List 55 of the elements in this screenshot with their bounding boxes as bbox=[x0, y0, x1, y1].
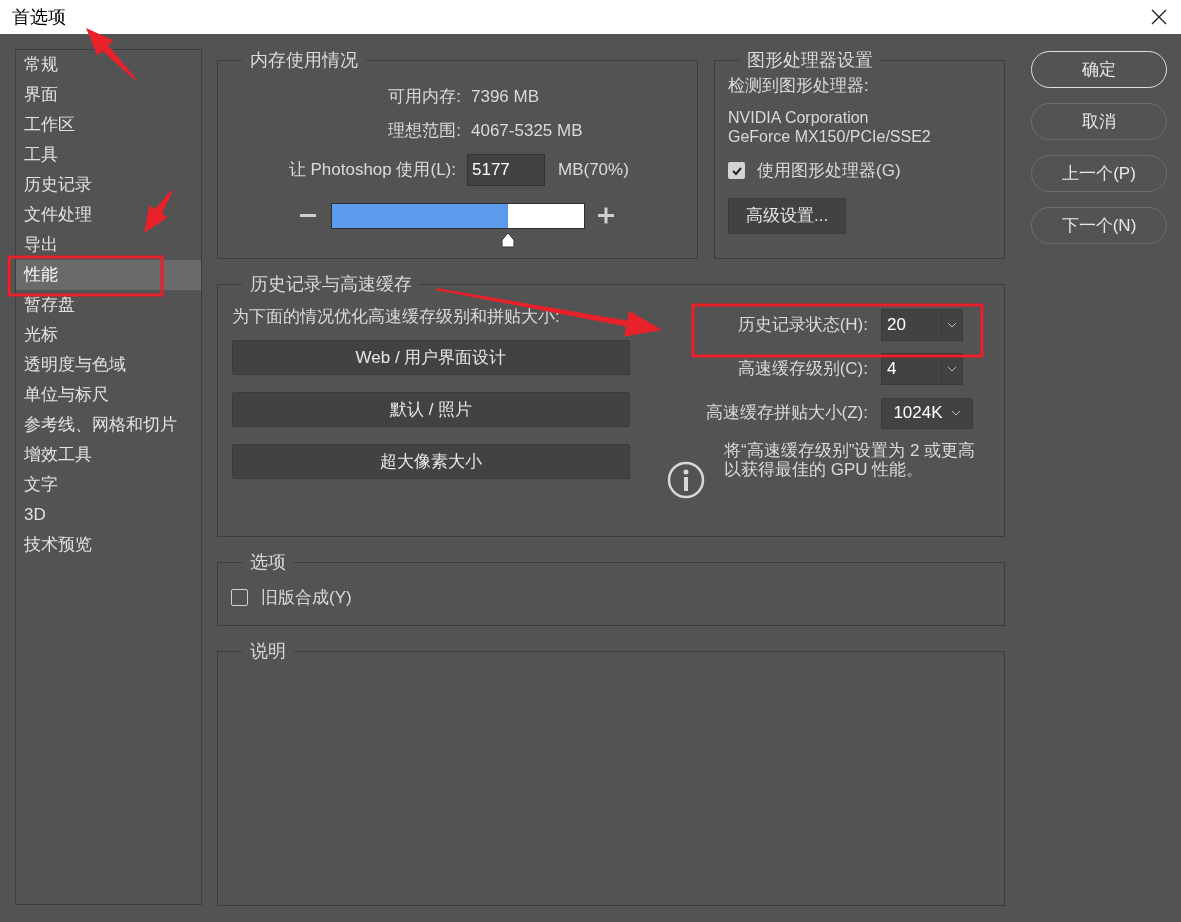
sidebar-item[interactable]: 文件处理 bbox=[16, 200, 201, 230]
sidebar-item[interactable]: 透明度与色域 bbox=[16, 350, 201, 380]
sidebar-item[interactable]: 导出 bbox=[16, 230, 201, 260]
chevron-icon bbox=[947, 322, 957, 328]
sidebar-item[interactable]: 历史记录 bbox=[16, 170, 201, 200]
close-icon[interactable] bbox=[1151, 9, 1167, 25]
sidebar-item[interactable]: 增效工具 bbox=[16, 440, 201, 470]
checkbox-label: 使用图形处理器(G) bbox=[757, 160, 901, 182]
preset-button[interactable]: Web / 用户界面设计 bbox=[232, 340, 630, 375]
sidebar-item[interactable]: 3D bbox=[16, 500, 201, 530]
dropdown[interactable]: 1024K bbox=[881, 397, 973, 429]
group-title: 说明 bbox=[249, 640, 287, 662]
group-title: 历史记录与高速缓存 bbox=[249, 273, 413, 295]
sidebar-item[interactable]: 工作区 bbox=[16, 110, 201, 140]
chevron-icon bbox=[950, 410, 961, 416]
sidebar-item[interactable]: 常规 bbox=[16, 50, 201, 80]
checkbox[interactable] bbox=[231, 589, 248, 607]
field-label: 高速缓存拼贴大小(Z): bbox=[704, 402, 868, 425]
sidebar-item[interactable]: 暂存盘 bbox=[16, 290, 201, 320]
field-label: 理想范围: bbox=[387, 120, 461, 143]
sidebar-item[interactable]: 性能 bbox=[16, 260, 201, 290]
info-text: 将“高速缓存级别”设置为 2 或更高以获得最佳的 GPU 性能。 bbox=[724, 441, 977, 479]
field-value: 4067-5325 MB bbox=[471, 120, 583, 143]
chevron-icon bbox=[947, 366, 957, 372]
memory-input[interactable]: 5177 bbox=[467, 154, 545, 186]
checkbox-label: 旧版合成(Y) bbox=[261, 587, 352, 609]
sidebar-item[interactable]: 参考线、网格和切片 bbox=[16, 410, 201, 440]
group-title: 内存使用情况 bbox=[249, 49, 359, 71]
gpu-name: NVIDIA Corporation bbox=[728, 108, 870, 127]
advanced-settings-button[interactable]: 高级设置... bbox=[728, 197, 847, 234]
preset-button[interactable]: 超大像素大小 bbox=[232, 444, 630, 479]
field-value: 7396 MB bbox=[471, 86, 540, 109]
window-title: 首选项 bbox=[12, 5, 66, 29]
field-label: 高速缓存级别(C): bbox=[736, 358, 868, 381]
field-label: 让 Photoshop 使用(L): bbox=[287, 159, 456, 182]
annotation-arrow bbox=[144, 190, 173, 233]
unit-label: MB(70%) bbox=[558, 159, 629, 182]
gpu-name: GeForce MX150/PCIe/SSE2 bbox=[728, 127, 931, 146]
sidebar-item[interactable]: 单位与标尺 bbox=[16, 380, 201, 410]
slider-thumb[interactable] bbox=[500, 232, 517, 248]
field-label: 可用内存: bbox=[387, 86, 461, 109]
sidebar-item[interactable]: 文字 bbox=[16, 470, 201, 500]
checkbox[interactable] bbox=[728, 162, 745, 180]
field-label: 历史记录状态(H): bbox=[736, 314, 868, 337]
sidebar-item[interactable]: 技术预览 bbox=[16, 530, 201, 560]
group-title: 图形处理器设置 bbox=[746, 49, 874, 71]
detected-label: 检测到图形处理器: bbox=[728, 75, 869, 98]
group-title: 选项 bbox=[249, 551, 287, 573]
annotation-arrow bbox=[86, 28, 136, 80]
sidebar-item[interactable]: 界面 bbox=[16, 80, 201, 110]
info-icon bbox=[667, 461, 705, 499]
sidebar-item[interactable]: 工具 bbox=[16, 140, 201, 170]
preset-button[interactable]: 默认 / 照片 bbox=[232, 392, 630, 427]
dropdown[interactable]: 20 bbox=[881, 309, 963, 341]
sidebar-item[interactable]: 光标 bbox=[16, 320, 201, 350]
